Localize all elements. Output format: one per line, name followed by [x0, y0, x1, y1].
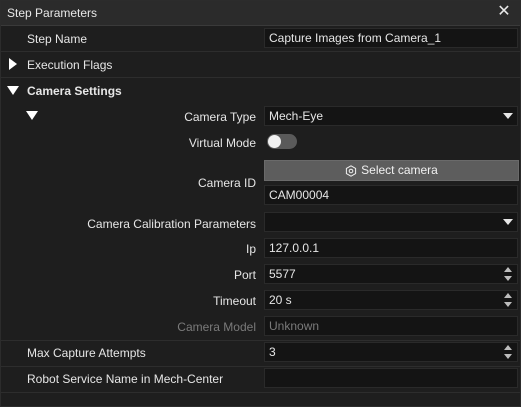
timeout-label: Timeout — [213, 294, 256, 308]
camera-model-field: Unknown — [264, 316, 518, 336]
panel-title: Step Parameters — [7, 6, 98, 20]
camera-type-select[interactable]: Mech-Eye — [264, 106, 518, 126]
chevron-down-icon — [503, 219, 513, 225]
execution-flags-header[interactable]: Execution Flags — [27, 58, 112, 72]
calibration-label: Camera Calibration Parameters — [87, 217, 256, 231]
camera-type-label: Camera Type — [184, 110, 256, 124]
select-camera-button[interactable]: Select camera — [264, 160, 519, 181]
timeout-spinbox[interactable]: 20 s — [264, 290, 518, 310]
step-name-input[interactable]: Capture Images from Camera_1 — [264, 28, 518, 48]
virtual-mode-toggle[interactable] — [267, 134, 297, 149]
divider — [1, 77, 520, 78]
camera-type-value: Mech-Eye — [269, 109, 324, 123]
ip-input[interactable]: 127.0.0.1 — [264, 238, 518, 258]
virtual-mode-label: Virtual Mode — [188, 136, 256, 150]
camera-id-input[interactable]: CAM00004 — [264, 185, 518, 205]
port-spinbox[interactable]: 5577 — [264, 264, 518, 284]
divider — [1, 340, 520, 341]
spin-arrows-icon[interactable] — [504, 267, 514, 283]
port-label: Port — [233, 268, 256, 282]
port-value: 5577 — [269, 267, 296, 281]
camera-id-label: Camera ID — [197, 176, 256, 190]
camera-type-collapse-arrow-icon[interactable] — [26, 111, 38, 120]
chevron-down-icon — [503, 113, 513, 119]
panel-titlebar: Step Parameters ✕ — [1, 1, 520, 26]
divider — [1, 366, 520, 367]
robot-service-label: Robot Service Name in Mech-Center — [27, 372, 224, 386]
toggle-knob — [268, 135, 281, 148]
spin-arrows-icon[interactable] — [504, 345, 514, 361]
ip-label: Ip — [245, 242, 256, 256]
expand-arrow-icon[interactable] — [9, 58, 17, 70]
max-capture-attempts-spinbox[interactable]: 3 — [264, 342, 518, 362]
camera-settings-header[interactable]: Camera Settings — [27, 84, 122, 98]
hexagon-settings-icon — [346, 165, 357, 177]
divider — [1, 392, 520, 393]
max-capture-attempts-label: Max Capture Attempts — [27, 346, 146, 360]
select-camera-label: Select camera — [361, 163, 438, 177]
max-capture-attempts-value: 3 — [269, 345, 276, 359]
step-name-label: Step Name — [27, 32, 88, 46]
collapse-arrow-icon[interactable] — [7, 86, 19, 95]
spin-arrows-icon[interactable] — [504, 293, 514, 309]
close-icon[interactable]: ✕ — [496, 3, 512, 21]
calibration-select[interactable] — [264, 212, 518, 232]
camera-model-label: Camera Model — [177, 320, 256, 334]
divider — [1, 51, 520, 52]
step-parameters-panel: Step Parameters ✕ Step Name Capture Imag… — [0, 0, 521, 407]
robot-service-input[interactable] — [264, 368, 518, 388]
timeout-value: 20 s — [269, 293, 292, 307]
